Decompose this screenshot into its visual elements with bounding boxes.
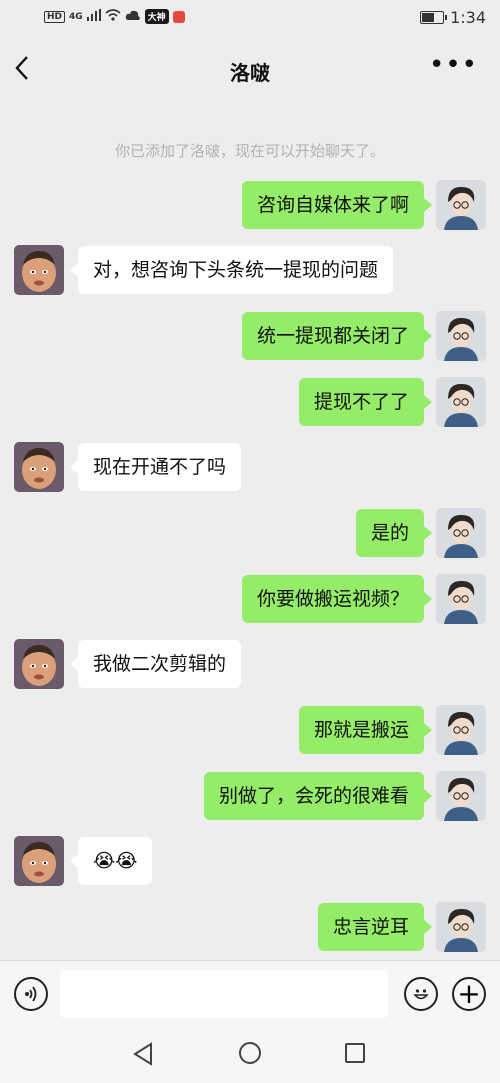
- battery-icon: [420, 11, 448, 24]
- plus-icon[interactable]: +: [452, 977, 486, 1011]
- status-right: 1:34: [420, 8, 486, 27]
- message-row: 现在开通不了吗: [0, 442, 500, 502]
- message-row: 忠言逆耳: [0, 902, 500, 962]
- emoji-icon[interactable]: [404, 977, 438, 1011]
- my-avatar[interactable]: [436, 377, 486, 427]
- contact-avatar[interactable]: [14, 442, 64, 492]
- message-row: 你要做搬运视频？: [0, 574, 500, 634]
- message-bubble[interactable]: 别做了，会死的很难看: [203, 772, 433, 820]
- voice-icon[interactable]: [14, 977, 48, 1011]
- contact-avatar[interactable]: [14, 245, 64, 295]
- input-bar: +: [0, 960, 500, 1029]
- cloud-icon: [125, 9, 141, 24]
- more-dots-icon[interactable]: •••: [429, 50, 478, 80]
- circle-home-icon[interactable]: [239, 1042, 261, 1064]
- my-avatar[interactable]: [436, 508, 486, 558]
- my-avatar[interactable]: [436, 311, 486, 361]
- message-bubble[interactable]: 那就是搬运: [298, 706, 433, 754]
- chat-header: 洛啵 •••: [0, 40, 500, 100]
- signal-icon: [86, 9, 101, 24]
- message-bubble[interactable]: 提现不了了: [298, 378, 433, 426]
- my-avatar[interactable]: [436, 574, 486, 624]
- status-left: HD 4G 大神: [44, 9, 185, 24]
- message-bubble[interactable]: 统一提现都关闭了: [241, 312, 433, 360]
- message-row: 提现不了了: [0, 377, 500, 437]
- message-bubble[interactable]: 是的: [355, 509, 433, 557]
- system-message: 你已添加了洛啵，现在可以开始聊天了。: [114, 142, 385, 160]
- status-time: 1:34: [450, 8, 486, 27]
- my-avatar[interactable]: [436, 705, 486, 755]
- message-bubble[interactable]: 对，想咨询下头条统一提现的问题: [69, 246, 394, 294]
- app-badge-dashen: 大神: [144, 9, 169, 24]
- triangle-back-icon[interactable]: [132, 1042, 154, 1070]
- my-avatar[interactable]: [436, 771, 486, 821]
- message-bubble[interactable]: 现在开通不了吗: [69, 443, 242, 491]
- message-row: 那就是搬运: [0, 705, 500, 765]
- message-row: 😭😭: [0, 836, 500, 896]
- system-nav-bar: [0, 1028, 500, 1083]
- network-indicator: 4G: [69, 11, 83, 22]
- wifi-icon: [105, 9, 121, 24]
- square-recent-icon[interactable]: [345, 1043, 365, 1063]
- message-row: 我做二次剪辑的: [0, 639, 500, 699]
- status-bar: HD 4G 大神 1:34: [0, 0, 500, 38]
- message-bubble[interactable]: 我做二次剪辑的: [69, 640, 242, 688]
- hd-indicator: HD: [44, 10, 66, 23]
- message-bubble[interactable]: 你要做搬运视频？: [241, 575, 433, 623]
- contact-avatar[interactable]: [14, 639, 64, 689]
- my-avatar[interactable]: [436, 180, 486, 230]
- message-input[interactable]: [60, 970, 388, 1018]
- message-row: 是的: [0, 508, 500, 568]
- contact-avatar[interactable]: [14, 836, 64, 886]
- message-bubble[interactable]: 咨询自媒体来了啊: [241, 181, 433, 229]
- app-badge-red: [172, 10, 185, 23]
- message-row: 别做了，会死的很难看: [0, 771, 500, 831]
- message-bubble[interactable]: 😭😭: [69, 837, 153, 885]
- message-row: 对，想咨询下头条统一提现的问题: [0, 245, 500, 305]
- my-avatar[interactable]: [436, 902, 486, 952]
- message-row: 咨询自媒体来了啊: [0, 180, 500, 240]
- message-bubble[interactable]: 忠言逆耳: [317, 903, 433, 951]
- chat-title: 洛啵: [230, 61, 270, 85]
- message-row: 统一提现都关闭了: [0, 311, 500, 371]
